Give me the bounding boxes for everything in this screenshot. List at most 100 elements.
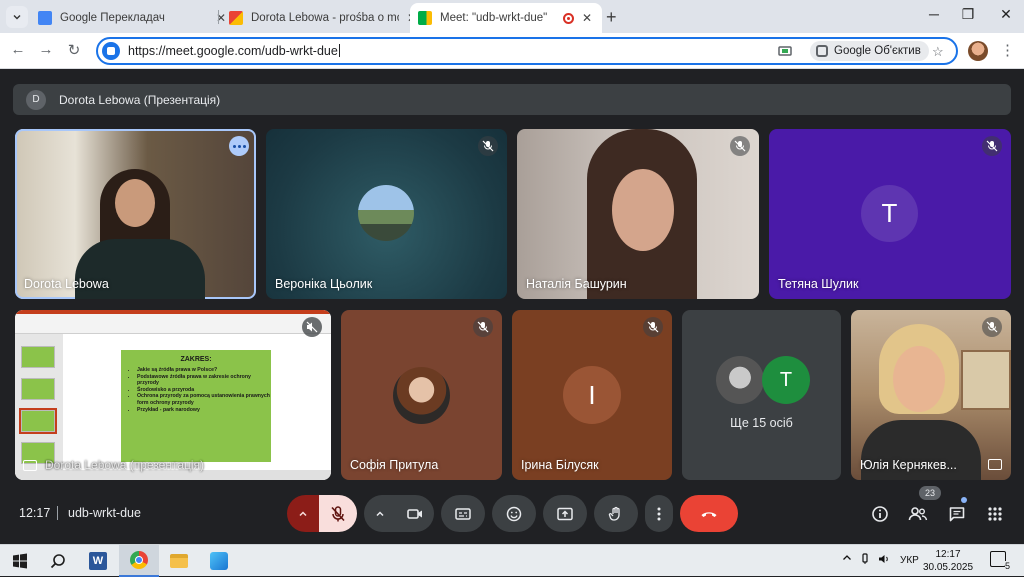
chevron-up-icon — [843, 555, 851, 560]
word-app-button[interactable]: W — [78, 545, 118, 577]
system-date: 30.05.2025 — [922, 562, 974, 573]
camera-options-button[interactable] — [364, 495, 396, 532]
show-hidden-icons-button[interactable] — [842, 553, 852, 566]
participant-tile[interactable]: Вероніка Цьолик — [266, 129, 507, 299]
tab-search-button[interactable] — [6, 6, 28, 28]
url-text[interactable]: https://meet.google.com/udb-wrkt-due — [128, 44, 340, 58]
chevron-up-icon — [376, 510, 384, 516]
slide-bullet: Środowisko a przyroda — [137, 387, 271, 394]
participant-tile[interactable]: I Ірина Білусяк — [512, 310, 672, 480]
raise-hand-button[interactable] — [594, 495, 638, 532]
back-button[interactable]: ← — [8, 41, 28, 58]
mic-options-button[interactable] — [287, 495, 319, 532]
participant-tile[interactable]: Наталія Башурин — [517, 129, 759, 299]
presentation-bar-label: Dorota Lebowa (Презентація) — [59, 92, 221, 107]
search-icon — [50, 554, 65, 569]
present-now-button[interactable] — [543, 495, 587, 532]
bookmark-star-icon[interactable]: ☆ — [932, 44, 944, 60]
tab-google-translate[interactable]: Google Перекладач ✕ — [30, 3, 236, 33]
pip-icon[interactable] — [988, 459, 1002, 470]
windows-logo-icon — [13, 553, 27, 569]
presentation-name: Dorota Lebowa (презентація) — [45, 458, 205, 472]
participant-avatar — [358, 185, 414, 241]
close-tab-icon[interactable]: ✕ — [580, 11, 594, 25]
forward-button[interactable]: → — [36, 41, 56, 58]
slide-heading: ZAKRES: — [180, 356, 212, 363]
participant-tile[interactable]: Dorota Lebowa — [15, 129, 256, 299]
presentation-bar[interactable]: D Dorota Lebowa (Презентація) — [13, 84, 1011, 115]
participant-tile[interactable]: Софія Притула — [341, 310, 502, 480]
others-label: Ще 15 осіб — [730, 416, 793, 430]
google-lens-button[interactable]: Google Об'єктив — [810, 41, 929, 61]
present-screen-icon — [557, 507, 573, 520]
meet-control-bar: 12:17 udb-wrkt-due 23 — [0, 486, 1024, 536]
mic-off-icon — [478, 136, 498, 156]
restore-button[interactable]: ❐ — [956, 6, 980, 23]
volume-icon[interactable] — [878, 553, 890, 568]
slide-bullet: Ochrona przyrody za pomocą ustanowienia … — [137, 393, 271, 406]
captions-button[interactable] — [441, 495, 485, 532]
paint-app-button[interactable] — [199, 545, 239, 577]
network-icon[interactable] — [860, 553, 870, 568]
lens-label: Google Об'єктив — [834, 45, 921, 57]
system-clock[interactable]: 12:17 30.05.2025 — [920, 548, 976, 574]
site-info-icon[interactable] — [102, 42, 120, 60]
cast-icon[interactable] — [778, 44, 792, 61]
close-window-button[interactable]: ✕ — [994, 6, 1018, 23]
reactions-button[interactable] — [492, 495, 536, 532]
slide-app-ribbon — [15, 310, 331, 334]
browser-tab-bar: Google Перекладач ✕ Dorota Lebowa - proś… — [0, 0, 1024, 33]
more-vert-icon — [657, 507, 661, 520]
participant-face — [893, 346, 945, 412]
slide-bullets: Jakie są źródła prawa w Polsce? Podstawo… — [137, 367, 271, 413]
tab-title: Dorota Lebowa - prośba o możliwość — [251, 12, 399, 24]
tab-title: Meet: "udb-wrkt-due" — [440, 12, 548, 24]
tab-gmail[interactable]: Dorota Lebowa - prośba o możliwość ✕ — [221, 3, 427, 33]
mic-toggle-button[interactable] — [319, 495, 357, 532]
info-icon — [872, 506, 888, 522]
activities-button[interactable] — [984, 503, 1006, 525]
people-button[interactable] — [907, 503, 929, 525]
file-explorer-button[interactable] — [159, 545, 199, 577]
participant-name: Dorota Lebowa — [24, 277, 109, 291]
start-button[interactable] — [0, 545, 40, 577]
leave-call-button[interactable] — [680, 495, 738, 532]
windows-taskbar: W УКР 12:17 30.05.2025 5 — [0, 544, 1024, 577]
participant-tile[interactable]: T Тетяна Шулик — [769, 129, 1011, 299]
minimize-button[interactable]: ─ — [922, 6, 946, 22]
profile-avatar[interactable] — [968, 41, 988, 61]
address-bar[interactable]: https://meet.google.com/udb-wrkt-due Goo… — [96, 37, 958, 65]
raise-hand-icon — [608, 506, 620, 521]
participant-name: Тетяна Шулик — [778, 277, 859, 291]
more-options-button[interactable] — [645, 495, 673, 532]
reload-button[interactable]: ↻ — [64, 41, 84, 59]
notifications-button[interactable]: 5 — [990, 551, 1010, 571]
others-tile[interactable]: T Ще 15 осіб — [682, 310, 841, 480]
camera-toggle-button[interactable] — [396, 495, 434, 532]
meet-stage: D Dorota Lebowa (Презентація) Dorota Leb… — [0, 70, 1024, 544]
notifications-count: 5 — [1004, 561, 1010, 571]
presentation-label: Dorota Lebowa (презентація) — [23, 458, 204, 472]
present-screen-icon — [23, 459, 37, 471]
browser-toolbar: ← → ↻ https://meet.google.com/udb-wrkt-d… — [0, 33, 1024, 69]
chrome-app-button[interactable] — [119, 545, 159, 577]
emoji-icon — [506, 506, 522, 521]
chat-button[interactable] — [946, 503, 968, 525]
participant-avatar — [393, 367, 450, 424]
participant-face — [115, 179, 155, 227]
participant-tile[interactable]: Юлія Кернякев... — [851, 310, 1011, 480]
meeting-info-button[interactable] — [869, 503, 891, 525]
search-button[interactable] — [38, 545, 78, 577]
browser-menu-icon[interactable]: ⋮ — [1000, 41, 1015, 59]
others-avatar: T — [762, 356, 810, 404]
tab-separator — [218, 10, 219, 24]
gmail-favicon-icon — [229, 11, 243, 25]
input-language[interactable]: УКР — [900, 555, 919, 566]
system-time: 12:17 — [935, 549, 961, 560]
presenter-avatar: D — [26, 89, 46, 110]
meeting-code: udb-wrkt-due — [68, 506, 141, 520]
tab-meet[interactable]: Meet: "udb-wrkt-due" ✕ — [410, 3, 602, 33]
new-tab-button[interactable]: + — [606, 7, 617, 28]
chrome-icon — [130, 551, 148, 569]
presentation-tile[interactable]: ZAKRES: Jakie są źródła prawa w Polsce? … — [15, 310, 331, 480]
